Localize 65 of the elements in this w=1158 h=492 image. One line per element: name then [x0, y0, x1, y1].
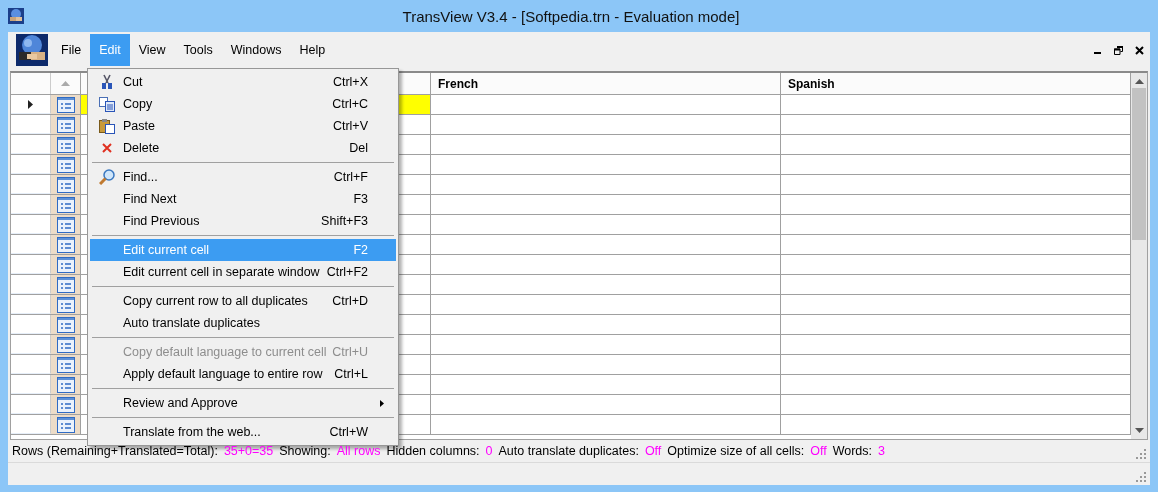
status-value: 3 — [878, 444, 885, 458]
menu-option[interactable]: Delete Del — [90, 137, 396, 159]
menu-option[interactable]: Find Previous Shift+F3 — [90, 210, 396, 232]
status-value: 0 — [485, 444, 493, 458]
column-header[interactable]: French — [431, 76, 478, 91]
record-icon[interactable] — [56, 376, 75, 393]
status-label: Rows (Remaining+Translated=Total): — [12, 444, 218, 458]
menu-option[interactable]: Copy Ctrl+C — [90, 93, 396, 115]
window-title: TransView V3.4 - [Softpedia.trn - Evaluation mode] — [401, 7, 741, 25]
scroll-thumb[interactable] — [1132, 88, 1146, 240]
delete-icon — [101, 143, 112, 153]
record-icon[interactable] — [56, 96, 75, 113]
column-header[interactable] — [51, 73, 81, 94]
record-icon[interactable] — [56, 236, 75, 253]
clipboard-icon — [98, 118, 115, 134]
scroll-down-icon[interactable] — [1134, 428, 1144, 433]
menu-option[interactable]: Paste Ctrl+V — [90, 115, 396, 137]
status-value: Off — [810, 444, 827, 458]
record-icon[interactable] — [56, 336, 75, 353]
menu-option[interactable]: Find Next F3 — [90, 188, 396, 210]
menu-item[interactable]: Tools — [174, 34, 222, 66]
menu-option[interactable]: Review and Approve — [90, 392, 396, 414]
record-icon[interactable] — [56, 276, 75, 293]
record-icon[interactable] — [56, 416, 75, 433]
search-icon — [98, 169, 115, 185]
scrollbar[interactable] — [1131, 73, 1147, 439]
record-icon[interactable] — [56, 296, 75, 313]
copy-icon — [98, 96, 115, 112]
record-icon[interactable] — [56, 356, 75, 373]
status-value: 35+0=35 — [223, 444, 274, 458]
record-icon[interactable] — [56, 196, 75, 213]
close-icon[interactable] — [1135, 45, 1144, 55]
scissors-icon — [99, 74, 114, 90]
menu-option[interactable]: Copy current row to all duplicates Ctrl+D — [90, 290, 396, 312]
menu-option[interactable]: Translate from the web... Ctrl+W — [90, 421, 396, 443]
menu-option[interactable]: Cut Ctrl+X — [90, 71, 396, 93]
menu-item[interactable]: Help — [290, 34, 335, 66]
record-icon[interactable] — [56, 216, 75, 233]
column-header[interactable]: Spanish — [781, 76, 835, 91]
scroll-up-icon[interactable] — [1134, 79, 1144, 84]
resize-grip-icon[interactable] — [1136, 449, 1146, 459]
record-icon[interactable] — [56, 176, 75, 193]
menu-item[interactable]: File — [52, 34, 91, 66]
status-label: Words: — [832, 444, 873, 458]
status-value: All rows — [336, 444, 381, 458]
record-icon[interactable] — [56, 136, 75, 153]
restore-icon[interactable] — [1114, 45, 1123, 55]
status-label: Hidden columns: — [386, 444, 480, 458]
menu-item[interactable]: View — [129, 34, 175, 66]
record-icon[interactable] — [56, 396, 75, 413]
record-icon[interactable] — [56, 116, 75, 133]
menu-option[interactable]: Edit current cell in separate window Ctrl+F2 — [90, 261, 396, 283]
resize-grip-icon[interactable] — [1136, 472, 1146, 482]
menu-item[interactable]: Windows — [221, 34, 291, 66]
submenu-arrow-icon — [380, 400, 384, 407]
record-icon[interactable] — [56, 256, 75, 273]
status-label: Showing: — [279, 444, 331, 458]
record-icon[interactable] — [56, 156, 75, 173]
record-icon[interactable] — [56, 316, 75, 333]
status-label: Auto translate duplicates: — [498, 444, 639, 458]
menu-option[interactable]: Apply default language to entire row Ctrl+L — [90, 363, 396, 385]
menu-option[interactable]: Auto translate duplicates — [90, 312, 396, 334]
menu-option[interactable]: Find... Ctrl+F — [90, 166, 396, 188]
status-value: Off — [644, 444, 662, 458]
status-label: Optimize size of all cells: — [667, 444, 805, 458]
